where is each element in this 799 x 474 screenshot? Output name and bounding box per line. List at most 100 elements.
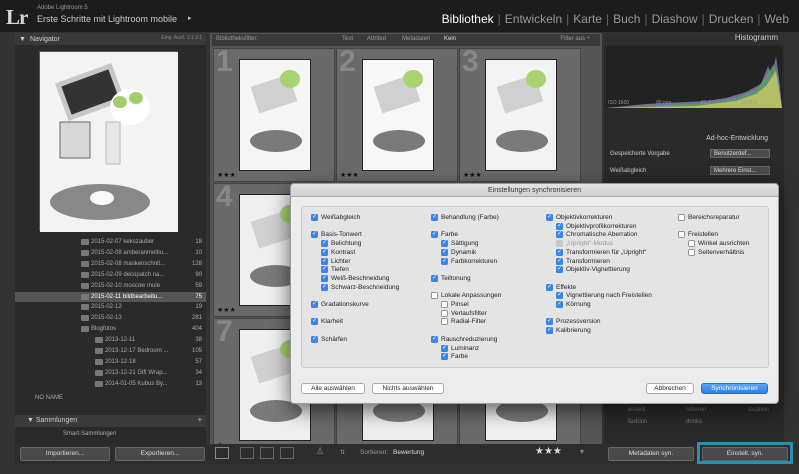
checkmark-icon[interactable]: ✓ — [546, 327, 553, 335]
sync-checkbox[interactable]: ✓ Klarheit — [311, 318, 343, 326]
checkmark-icon[interactable]: ✓ — [311, 318, 318, 326]
synchronize-button[interactable]: Synchronisieren — [701, 383, 768, 394]
checkbox-empty-icon[interactable] — [441, 318, 448, 326]
filter-metadata[interactable]: Metadaten — [402, 36, 430, 42]
add-collection-icon[interactable]: + — [198, 415, 202, 427]
sync-checkbox[interactable]: Seitenverhältnis — [688, 248, 744, 256]
checkmark-icon[interactable]: ✓ — [546, 214, 553, 221]
module-buch[interactable]: Buch — [609, 12, 644, 26]
loupe-view-icon[interactable] — [240, 447, 254, 459]
spray-can-icon[interactable]: ♙ — [316, 446, 324, 457]
catalog-menu-arrow-icon[interactable]: ▸ — [188, 14, 192, 22]
checkmark-icon[interactable]: ✓ — [321, 266, 328, 274]
checkmark-icon[interactable]: ✓ — [311, 335, 318, 343]
checkmark-icon[interactable]: ✓ — [431, 214, 438, 221]
sync-checkbox[interactable]: ✓ Kontrast — [321, 248, 355, 256]
folder-row[interactable]: 2014-01-05 Kubus By... 13 — [15, 379, 206, 389]
checkmark-icon[interactable]: ✓ — [441, 353, 448, 361]
sync-checkbox[interactable]: Freistellen — [678, 231, 718, 239]
sync-checkbox[interactable]: ✓ Behandlung (Farbe) — [431, 214, 499, 221]
checkmark-icon[interactable]: ✓ — [321, 257, 328, 265]
checkmark-icon[interactable]: ✓ — [311, 301, 318, 308]
sync-checkbox[interactable]: ✓ Belichtung — [321, 240, 361, 248]
folder-row[interactable]: 2015-02-08 maskenschnit... 128 — [15, 259, 206, 269]
sync-checkbox[interactable]: ✓ Sättigung — [441, 240, 478, 248]
grid-cell[interactable]: 1 ★★★ — [213, 45, 335, 182]
sync-checkbox[interactable]: ✓ Rauschreduzierung — [431, 335, 497, 343]
sync-checkbox[interactable]: ✓ Farbkorrekturen — [441, 257, 497, 265]
checkbox-empty-icon[interactable] — [688, 248, 695, 256]
sync-checkbox[interactable]: ✓ Gradationskurve — [311, 301, 369, 308]
sync-checkbox[interactable]: ✓ Prozessversion — [546, 318, 600, 326]
sync-checkbox[interactable]: ✓ Weiß-Beschneidung — [321, 274, 389, 282]
sync-checkbox[interactable]: Radial-Filter — [441, 318, 486, 326]
checkmark-icon[interactable]: ✓ — [556, 248, 563, 256]
sync-checkbox[interactable]: ✓ Kalibrierung — [546, 327, 591, 335]
sync-checkbox[interactable]: Winkel ausrichten — [688, 240, 749, 248]
module-web[interactable]: Web — [761, 12, 793, 26]
cell-rating[interactable]: ★★★ — [463, 171, 482, 179]
checkmark-icon[interactable]: ✓ — [321, 240, 328, 248]
folder-row[interactable]: 2013-12-18 57 — [15, 357, 206, 367]
checkbox-empty-icon[interactable] — [431, 292, 438, 300]
checkmark-icon[interactable]: ✓ — [546, 318, 553, 326]
import-button[interactable]: Importieren... — [20, 447, 110, 461]
sync-checkbox[interactable]: ✓ Körnung — [556, 301, 591, 308]
module-diashow[interactable]: Diashow — [648, 12, 702, 26]
navigator-header[interactable]: ▼ Navigator Einp. Ausf. 1:1 3:1 — [15, 33, 206, 45]
folder-row[interactable]: 2013-12-17 Bedroom ... 105 — [15, 346, 206, 356]
sync-checkbox[interactable]: ✓ Vignettierung nach Freistellen — [556, 292, 652, 300]
cell-rating[interactable]: ★★★ — [340, 171, 359, 179]
folder-row[interactable]: Blogfotos 404 — [15, 324, 206, 334]
smart-collections-row[interactable]: Smart-Sammlungen — [15, 429, 206, 439]
select-none-button[interactable]: Nichts auswählen — [372, 383, 444, 394]
filter-attribute[interactable]: Attribut — [367, 36, 386, 42]
checkmark-icon[interactable]: ✓ — [441, 240, 448, 248]
module-bibliothek[interactable]: Bibliothek — [438, 12, 498, 26]
checkmark-icon[interactable]: ✓ — [321, 274, 328, 282]
checkmark-icon[interactable]: ✓ — [556, 266, 563, 274]
wb-dropdown[interactable]: Mehrere Einst... — [710, 166, 770, 175]
folder-row[interactable]: 2015-02-12 19 — [15, 302, 206, 312]
folder-row[interactable]: 2015-02-11 bildbearbeitu... 75 — [15, 291, 206, 302]
sync-checkbox[interactable]: ✓ Transformieren für „Upright“ — [556, 248, 646, 256]
module-karte[interactable]: Karte — [569, 12, 606, 26]
filter-none[interactable]: Kein — [444, 36, 456, 42]
catalog-title[interactable]: Erste Schritte mit Lightroom mobile — [37, 14, 177, 24]
adhoc-header[interactable]: Ad-hoc-Entwicklung — [604, 133, 784, 144]
select-all-button[interactable]: Alle auswählen — [301, 383, 365, 394]
filter-text[interactable]: Text — [342, 36, 353, 42]
checkmark-icon[interactable]: ✓ — [431, 335, 438, 343]
folder-row[interactable]: 2015-02-08 amberanmeltiu... 10 — [15, 248, 206, 258]
sync-checkbox[interactable]: Verlaufsfilter — [441, 309, 487, 317]
grid-cell[interactable]: 3 ★★★ — [459, 45, 581, 182]
collapse-triangle-icon[interactable]: ▼ — [27, 417, 36, 424]
sync-checkbox[interactable]: ✓ Schärfen — [311, 335, 347, 343]
sync-checkbox[interactable]: ✓ Effekte — [546, 283, 576, 291]
sync-checkbox[interactable]: ✓ Tiefen — [321, 266, 349, 274]
checkmark-icon[interactable]: ✓ — [321, 283, 328, 291]
photo-thumbnail[interactable] — [362, 59, 434, 171]
compare-view-icon[interactable] — [260, 447, 274, 459]
sync-checkbox[interactable]: ✓ Teiltonung — [431, 274, 471, 282]
survey-view-icon[interactable] — [280, 447, 294, 459]
checkmark-icon[interactable]: ✓ — [311, 231, 318, 239]
checkmark-icon[interactable]: ✓ — [556, 292, 563, 300]
grid-view-icon[interactable] — [215, 447, 229, 459]
checkmark-icon[interactable]: ✓ — [556, 257, 563, 265]
module-drucken[interactable]: Drucken — [705, 12, 758, 26]
sort-direction-icon[interactable]: ⇅ — [340, 449, 345, 456]
sort-dropdown[interactable]: Bewertung — [393, 449, 424, 456]
sync-checkbox[interactable]: ✓ Farbe — [441, 353, 468, 361]
sync-checkbox[interactable]: „Upright“-Modus — [556, 240, 613, 248]
rating-filter[interactable]: ★★★ — [535, 446, 562, 457]
photo-thumbnail[interactable] — [485, 59, 557, 171]
sync-checkbox[interactable]: ✓ Farbe — [431, 231, 458, 239]
cell-rating[interactable]: ★★★ — [217, 171, 236, 179]
histogram-header[interactable]: Histogramm — [604, 33, 784, 45]
folder-row[interactable]: 2015-02-13 281 — [15, 313, 206, 323]
sync-checkbox[interactable]: Pinsel — [441, 301, 469, 308]
export-button[interactable]: Exportieren... — [115, 447, 205, 461]
grid-cell[interactable]: 2 ★★★ — [336, 45, 458, 182]
checkbox-empty-icon[interactable] — [441, 301, 448, 308]
